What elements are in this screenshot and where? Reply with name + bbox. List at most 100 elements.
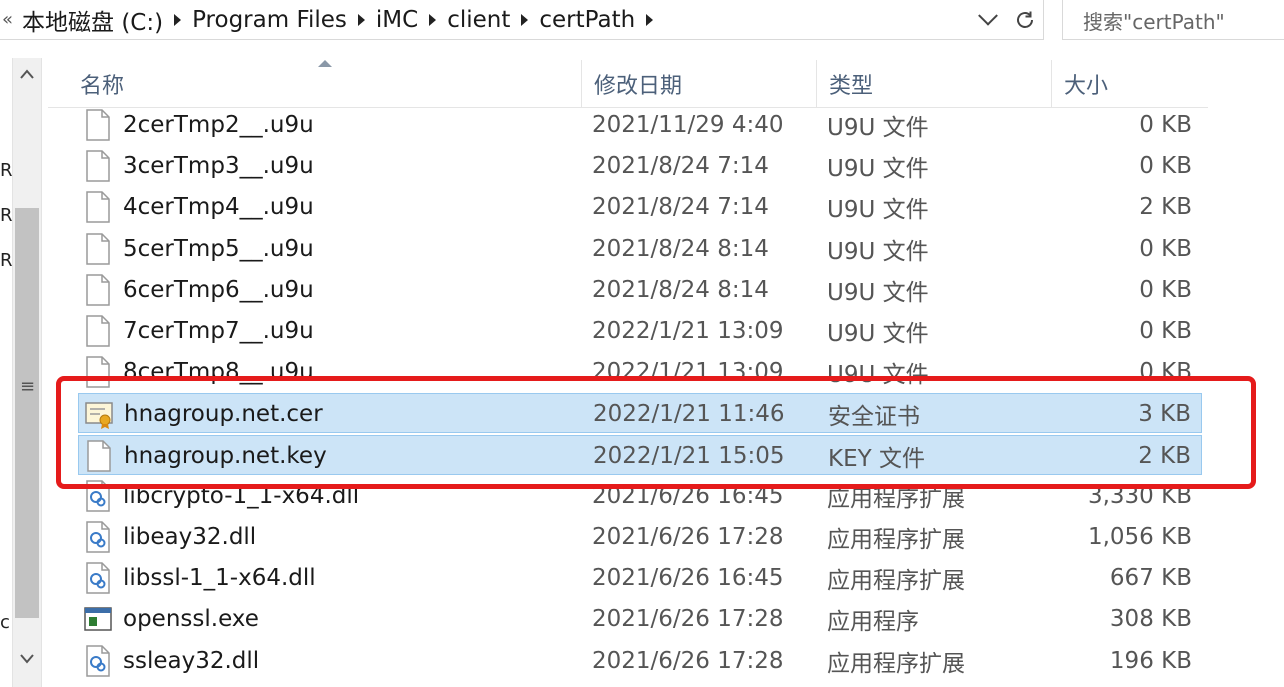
file-type: U9U 文件: [827, 156, 929, 183]
file-name: 2cerTmp2__.u9u: [123, 112, 314, 138]
overflow-chevron-icon[interactable]: «: [2, 9, 15, 30]
file-type: U9U 文件: [827, 197, 929, 224]
file-name: openssl.exe: [123, 606, 259, 633]
file-type: 应用程序扩展: [827, 527, 965, 553]
breadcrumb: « 本地磁盘 (C:) Program Files iMC client cer…: [0, 0, 657, 39]
refresh-icon[interactable]: [1013, 8, 1037, 32]
file-date: 2021/11/29 4:40: [592, 112, 784, 138]
file-date: 2021/8/24 7:14: [592, 153, 769, 180]
column-header-type[interactable]: 类型: [817, 60, 1052, 108]
file-size: 2 KB: [1138, 442, 1191, 469]
breadcrumb-client[interactable]: client: [440, 7, 517, 33]
scroll-down-button[interactable]: [13, 643, 41, 675]
file-name: 4cerTmp4__.u9u: [123, 194, 314, 221]
file-size: 308 KB: [1109, 606, 1192, 633]
column-header-size[interactable]: 大小: [1052, 60, 1208, 108]
file-size: 0 KB: [1139, 318, 1192, 344]
file-row[interactable]: 4cerTmp4__.u9u 2021/8/24 7:14 U9U 文件 2 KB: [78, 187, 1202, 227]
nav-pane-scrollbar[interactable]: ≡: [12, 58, 42, 687]
chevron-down-icon[interactable]: [978, 5, 998, 26]
dll-icon: [84, 480, 112, 512]
blank-file-icon: [84, 232, 112, 265]
file-row[interactable]: hnagroup.net.key 2022/1/21 15:05 KEY 文件 2 K…: [78, 434, 1202, 475]
file-date: 2021/6/26 17:28: [592, 606, 784, 633]
blank-file-icon: [84, 191, 112, 224]
file-name: 3cerTmp3__.u9u: [123, 153, 314, 180]
column-header-date[interactable]: 修改日期: [582, 60, 817, 108]
exe-icon: [84, 603, 112, 635]
breadcrumb-certpath[interactable]: certPath: [532, 7, 642, 33]
file-row[interactable]: 2cerTmp2__.u9u 2021/11/29 4:40 U9U 文件 0 KB: [78, 105, 1202, 145]
file-date: 2021/6/26 17:28: [592, 524, 784, 550]
edge-text: R: [0, 250, 13, 271]
file-size: 1,056 KB: [1087, 524, 1192, 550]
file-name: libcrypto-1_1-x64.dll: [123, 482, 360, 509]
file-row[interactable]: openssl.exe 2021/6/26 17:28 应用程序 308 KB: [78, 599, 1202, 639]
file-size: 667 KB: [1109, 565, 1192, 592]
scrollbar-thumb[interactable]: [15, 208, 39, 618]
file-size: 0 KB: [1139, 359, 1192, 386]
breadcrumb-separator-icon[interactable]: [521, 13, 529, 26]
file-type: U9U 文件: [827, 115, 929, 141]
file-name: libeay32.dll: [123, 524, 257, 550]
file-type: U9U 文件: [827, 362, 929, 389]
file-row[interactable]: 5cerTmp5__.u9u 2021/8/24 8:14 U9U 文件 0 KB: [78, 229, 1202, 269]
search-input[interactable]: 搜索"certPath": [1062, 0, 1284, 40]
edge-text: c: [0, 612, 10, 633]
file-date: 2021/8/24 7:14: [592, 194, 769, 221]
breadcrumb-program-files[interactable]: Program Files: [185, 7, 354, 33]
address-tools: [978, 0, 1037, 40]
file-date: 2022/1/21 13:09: [592, 318, 784, 344]
file-date: 2021/8/24 8:14: [592, 276, 769, 303]
file-row[interactable]: 8cerTmp8__.u9u 2022/1/21 13:09 U9U 文件 0 KB: [78, 352, 1202, 392]
file-size: 2 KB: [1139, 194, 1192, 221]
blank-file-icon: [84, 109, 112, 141]
file-row[interactable]: 6cerTmp6__.u9u 2021/8/24 8:14 U9U 文件 0 KB: [78, 270, 1202, 310]
file-row[interactable]: libeay32.dll 2021/6/26 17:28 应用程序扩展 1,056 K…: [78, 517, 1202, 557]
file-row[interactable]: libcrypto-1_1-x64.dll 2021/6/26 16:45 应用程序…: [78, 476, 1202, 516]
file-date: 2021/6/26 17:28: [592, 647, 784, 674]
dll-icon: [84, 562, 112, 594]
file-date: 2021/6/26 16:45: [592, 565, 784, 592]
file-type: 应用程序: [827, 609, 919, 636]
file-row[interactable]: ssleay32.dll 2021/6/26 17:28 应用程序扩展 196 KB: [78, 641, 1202, 681]
breadcrumb-separator-icon[interactable]: [174, 13, 182, 26]
file-name: 7cerTmp7__.u9u: [123, 318, 314, 344]
file-size: 0 KB: [1139, 276, 1192, 303]
dll-icon: [84, 644, 112, 677]
breadcrumb-imc[interactable]: iMC: [369, 7, 425, 33]
dll-icon: [84, 521, 112, 553]
file-type: U9U 文件: [827, 321, 929, 347]
edge-text: R: [0, 205, 13, 226]
file-name: 5cerTmp5__.u9u: [123, 235, 314, 262]
breadcrumb-local-disk[interactable]: 本地磁盘 (C:): [15, 3, 170, 37]
file-date: 2021/8/24 8:14: [592, 235, 769, 262]
blank-file-icon: [84, 315, 112, 347]
file-name: ssleay32.dll: [123, 647, 260, 674]
chevron-down-icon: [20, 654, 34, 664]
file-type: U9U 文件: [827, 238, 929, 265]
file-size: 3 KB: [1138, 401, 1191, 428]
scroll-up-button[interactable]: [13, 58, 41, 90]
file-type: U9U 文件: [827, 279, 929, 306]
file-name: 6cerTmp6__.u9u: [123, 276, 314, 303]
file-row[interactable]: 3cerTmp3__.u9u 2021/8/24 7:14 U9U 文件 0 KB: [78, 146, 1202, 186]
scroll-grip-icon: ≡: [20, 376, 36, 397]
file-size: 0 KB: [1139, 235, 1192, 262]
file-name: libssl-1_1-x64.dll: [123, 565, 316, 592]
file-date: 2021/6/26 16:45: [592, 482, 784, 509]
breadcrumb-separator-icon[interactable]: [357, 13, 365, 26]
column-header-row: 名称 修改日期 类型 大小: [48, 60, 1208, 108]
address-bar[interactable]: « 本地磁盘 (C:) Program Files iMC client cer…: [0, 0, 1044, 40]
blank-file-icon: [84, 150, 112, 182]
breadcrumb-separator-icon[interactable]: [646, 13, 654, 26]
file-row[interactable]: libssl-1_1-x64.dll 2021/6/26 16:45 应用程序扩展 6…: [78, 558, 1202, 598]
breadcrumb-separator-icon[interactable]: [429, 13, 437, 26]
file-row[interactable]: 7cerTmp7__.u9u 2022/1/21 13:09 U9U 文件 0 KB: [78, 311, 1202, 351]
file-date: 2022/1/21 13:09: [592, 359, 784, 386]
column-header-name[interactable]: 名称: [68, 60, 582, 108]
certificate-icon: [85, 398, 113, 430]
file-date: 2022/1/21 15:05: [593, 442, 785, 469]
file-row[interactable]: hnagroup.net.cer 2022/1/21 11:46 安全证书 3 KB: [78, 393, 1202, 434]
file-size: 0 KB: [1139, 153, 1192, 180]
